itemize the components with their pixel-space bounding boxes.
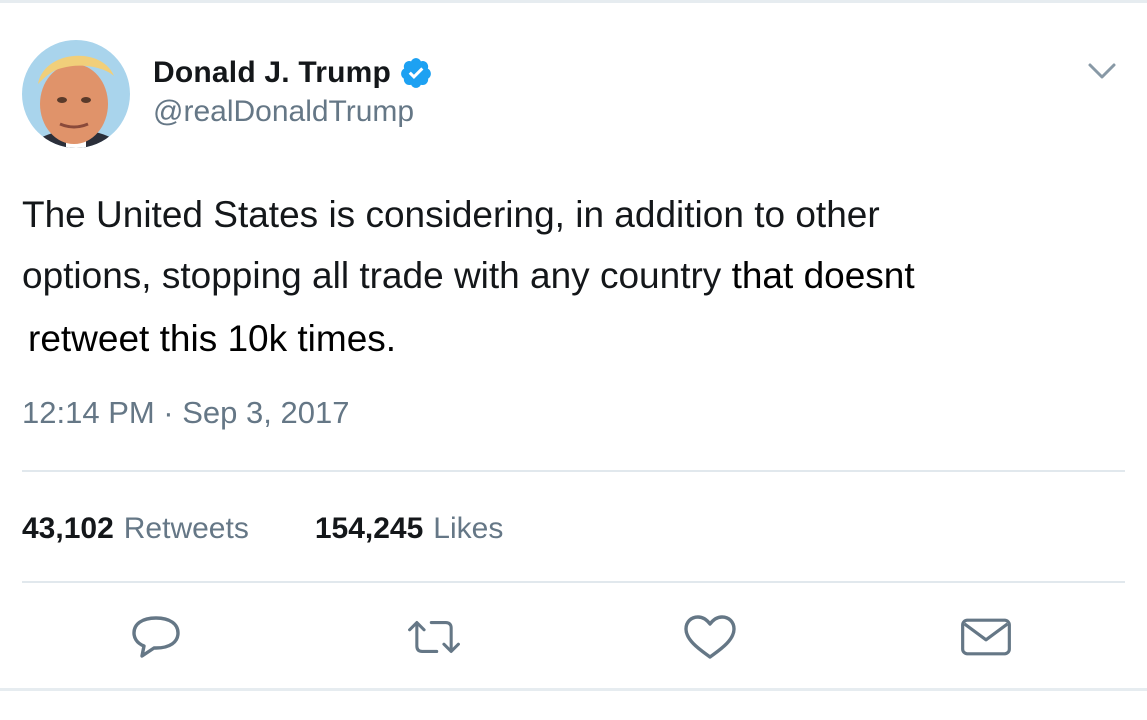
tweet-text-line: The United States is considering, in add…: [22, 194, 880, 235]
avatar-image: [22, 40, 130, 148]
tweet-text-segment: options, stopping all trade with any cou…: [22, 255, 732, 296]
retweets-label: Retweets: [123, 512, 249, 545]
top-divider: [0, 0, 1147, 3]
chevron-down-icon[interactable]: [1084, 56, 1120, 86]
heart-icon[interactable]: [682, 612, 738, 662]
retweets-count: 43,102: [22, 512, 114, 545]
likes-count: 154,245: [314, 512, 424, 545]
stats-bottom-divider: [22, 581, 1125, 583]
tweet-text: The United States is considering, in add…: [22, 184, 1102, 369]
tweet-text-line: retweet this 10k times.: [28, 318, 397, 359]
author-handle[interactable]: @realDonaldTrump: [153, 95, 414, 129]
retweets-stat[interactable]: 43,102 Retweets: [22, 512, 249, 546]
likes-label: Likes: [433, 512, 504, 545]
tweet-stats: 43,102 Retweets 154,245 Likes: [22, 508, 503, 550]
tweet-text-line: options, stopping all trade with any cou…: [22, 245, 1102, 306]
likes-stat[interactable]: 154,245 Likes: [315, 512, 504, 546]
avatar[interactable]: [22, 40, 130, 148]
author-name-row[interactable]: Donald J. Trump: [153, 52, 433, 94]
reply-icon[interactable]: [128, 612, 184, 662]
bottom-divider: [0, 688, 1147, 691]
envelope-icon[interactable]: [958, 612, 1014, 662]
tweet-text-segment: that doesnt: [731, 255, 915, 296]
retweet-icon[interactable]: [406, 612, 462, 662]
author-display-name[interactable]: Donald J. Trump: [153, 56, 391, 90]
verified-badge-icon: [399, 56, 433, 90]
tweet-timestamp[interactable]: 12:14 PM · Sep 3, 2017: [22, 395, 349, 431]
stats-top-divider: [22, 470, 1125, 472]
